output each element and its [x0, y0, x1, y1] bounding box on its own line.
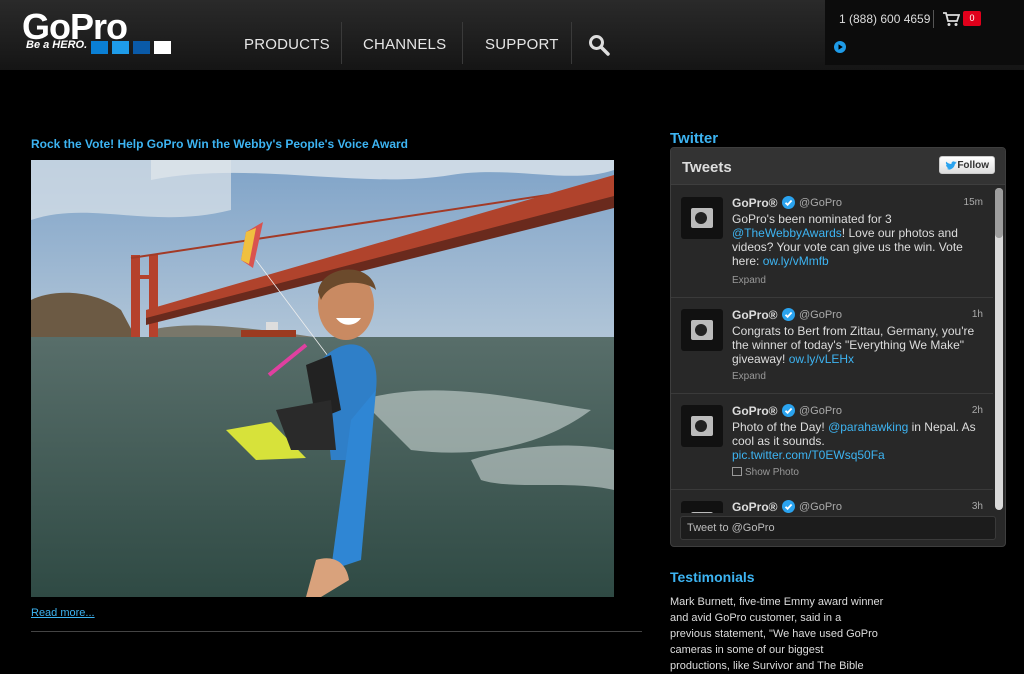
twitter-widget-header: Tweets Follow — [671, 148, 1005, 185]
tweet-item[interactable]: GoPro® @GoPro 15m GoPro's been nominated… — [671, 185, 993, 298]
twitter-bird-icon — [945, 161, 957, 170]
scrollbar-thumb[interactable] — [995, 188, 1003, 238]
gopro-avatar[interactable] — [681, 197, 723, 239]
top-navigation-bar: GoPro Be a HERO. PRODUCTS CHANNELS SUPPO… — [0, 0, 1024, 70]
tweets-title: Tweets — [682, 159, 732, 176]
tweet-list-scrollbar[interactable] — [995, 188, 1003, 510]
twitter-section-heading: Twitter — [670, 130, 719, 147]
expand-link[interactable]: Expand — [732, 275, 766, 286]
nav-support[interactable]: SUPPORT — [485, 36, 559, 53]
utility-divider — [933, 10, 934, 28]
search-icon[interactable] — [588, 34, 610, 56]
testimonial-text: Mark Burnett, five-time Emmy award winne… — [670, 596, 884, 672]
content-divider — [31, 631, 642, 632]
twitter-timeline-widget: Tweets Follow GoPro® @GoPro 15m GoPro's … — [670, 147, 1006, 547]
read-more-link[interactable]: Read more... — [31, 607, 95, 619]
follow-button[interactable]: Follow — [939, 156, 995, 174]
tweet-item[interactable]: GoPro® @GoPro 3h — [671, 489, 993, 513]
expand-link[interactable]: Expand — [732, 371, 766, 382]
camera-icon — [691, 416, 713, 436]
kitesurfer-hero-image[interactable] — [31, 160, 614, 597]
tweet-author-name[interactable]: GoPro® — [732, 308, 778, 322]
tweet-link[interactable]: ow.ly/vLEHx — [789, 352, 854, 366]
logo-square-4 — [154, 41, 171, 54]
utility-bar: 1 (888) 600 4659 0 — [825, 0, 1024, 65]
tweet-item[interactable]: GoPro® @GoPro 1h Congrats to Bert from Z… — [671, 297, 993, 394]
nav-divider — [571, 22, 572, 64]
tweet-text: Congrats to Bert from Zittau, Germany, y… — [732, 324, 975, 366]
photo-icon — [732, 467, 742, 476]
gopro-avatar[interactable] — [681, 309, 723, 351]
play-icon[interactable] — [834, 41, 846, 53]
hero-photo-illustration — [31, 160, 614, 597]
gopro-avatar[interactable] — [681, 501, 723, 513]
tweet-author-handle[interactable]: @GoPro — [799, 501, 842, 513]
tweet-timestamp[interactable]: 15m — [964, 197, 983, 208]
follow-label: Follow — [957, 160, 989, 171]
logo-square-3 — [133, 41, 150, 54]
verified-badge-icon — [782, 196, 795, 209]
tweet-link[interactable]: ow.ly/vMmfb — [763, 254, 829, 268]
show-photo-link[interactable]: Show Photo — [732, 467, 799, 478]
tweet-author-handle[interactable]: @GoPro — [799, 197, 842, 209]
tweet-author-handle[interactable]: @GoPro — [799, 309, 842, 321]
nav-divider — [462, 22, 463, 64]
testimonials-heading: Testimonials — [670, 569, 755, 585]
nav-divider — [341, 22, 342, 64]
camera-icon — [691, 512, 713, 513]
tweet-author-name[interactable]: GoPro® — [732, 404, 778, 418]
tweet-text: GoPro's been nominated for 3 @TheWebbyAw… — [732, 212, 963, 268]
photo-link[interactable]: pic.twitter.com/T0EWsq50Fa — [732, 448, 885, 462]
verified-badge-icon — [782, 308, 795, 321]
camera-icon — [691, 208, 713, 228]
verified-badge-icon — [782, 500, 795, 513]
gopro-logo[interactable]: GoPro Be a HERO. — [22, 6, 192, 60]
tweet-timestamp[interactable]: 2h — [972, 405, 983, 416]
cart-count-badge[interactable]: 0 — [963, 11, 981, 26]
tweet-list[interactable]: GoPro® @GoPro 15m GoPro's been nominated… — [671, 185, 993, 513]
logo-square-2 — [112, 41, 129, 54]
cart-icon[interactable] — [942, 11, 960, 27]
phone-number[interactable]: 1 (888) 600 4659 — [839, 12, 930, 26]
mention-link[interactable]: @parahawking — [828, 420, 908, 434]
article-headline-link[interactable]: Rock the Vote! Help GoPro Win the Webby'… — [31, 137, 408, 151]
nav-channels[interactable]: CHANNELS — [363, 36, 446, 53]
verified-badge-icon — [782, 404, 795, 417]
tweet-item[interactable]: GoPro® @GoPro 2h Photo of the Day! @para… — [671, 393, 993, 490]
camera-icon — [691, 320, 713, 340]
tweet-to-input[interactable] — [680, 516, 996, 540]
logo-tagline: Be a HERO. — [26, 39, 88, 51]
tweet-timestamp[interactable]: 1h — [972, 309, 983, 320]
nav-products[interactable]: PRODUCTS — [244, 36, 330, 53]
logo-square-1 — [91, 41, 108, 54]
mention-link[interactable]: @TheWebbyAwards — [732, 226, 842, 240]
tweet-author-handle[interactable]: @GoPro — [799, 405, 842, 417]
tweet-author-name[interactable]: GoPro® — [732, 196, 778, 210]
tweet-text: Photo of the Day! @parahawking in Nepal.… — [732, 420, 976, 462]
gopro-avatar[interactable] — [681, 405, 723, 447]
tweet-author-name[interactable]: GoPro® — [732, 500, 778, 513]
tweet-timestamp[interactable]: 3h — [972, 501, 983, 512]
